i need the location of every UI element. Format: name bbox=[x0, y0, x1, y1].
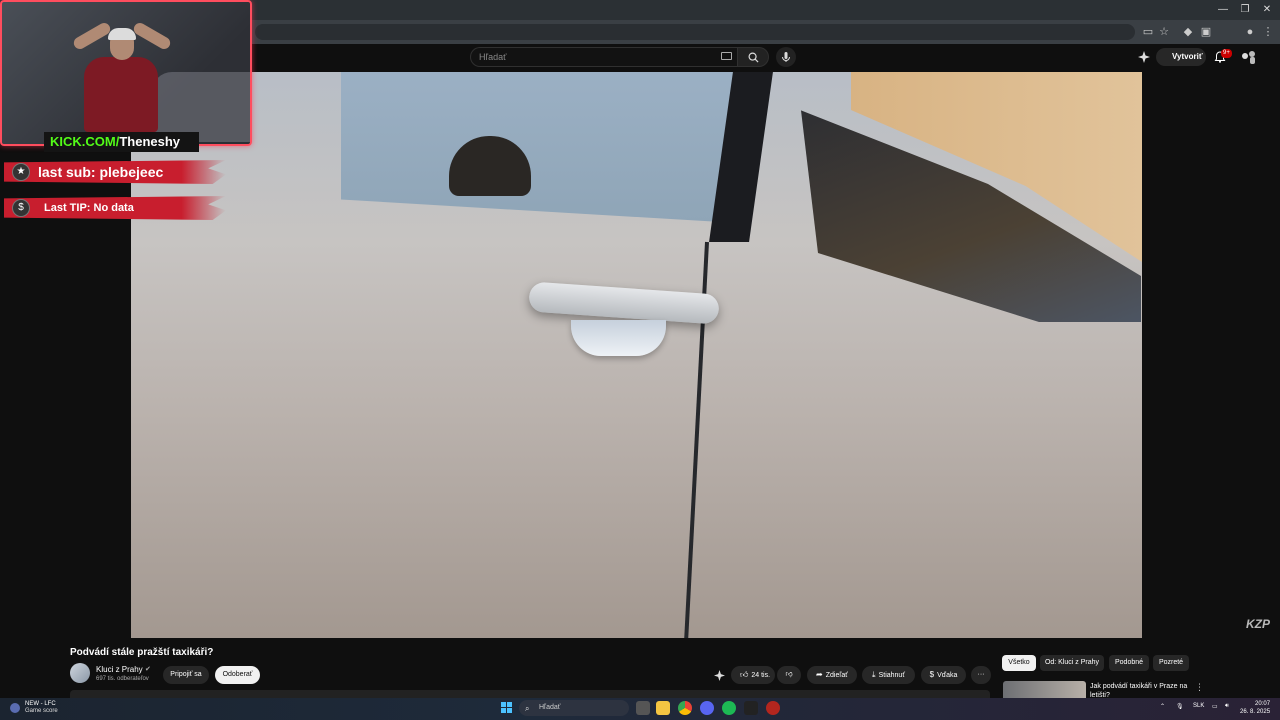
share-label: Zdieľať bbox=[825, 672, 848, 679]
subscribe-button[interactable]: Odoberať bbox=[215, 666, 260, 684]
network-icon[interactable]: ▭ bbox=[1212, 703, 1218, 710]
extension-icon[interactable]: ◆ bbox=[1180, 24, 1196, 40]
task-view-icon[interactable] bbox=[636, 701, 650, 715]
webcam-person bbox=[84, 57, 158, 132]
file-explorer-icon[interactable] bbox=[656, 701, 670, 715]
chip-all[interactable]: Všetko bbox=[1002, 655, 1036, 671]
obs-app-icon[interactable] bbox=[744, 701, 758, 715]
chip-from-channel[interactable]: Od: Kluci z Prahy bbox=[1040, 655, 1104, 671]
join-button[interactable]: Pripojiť sa bbox=[163, 666, 209, 684]
star-icon: ★ bbox=[12, 163, 30, 181]
webcam-arm bbox=[71, 20, 113, 52]
address-bar[interactable] bbox=[255, 24, 1135, 40]
subscriber-count: 697 tis. odberateľov bbox=[96, 676, 149, 682]
voice-search-button[interactable] bbox=[776, 47, 796, 67]
video-title: Podvádí stále pražští taxikáři? bbox=[70, 647, 214, 658]
channel-name[interactable]: Kluci z Prahy bbox=[96, 665, 143, 674]
webcam-overlay bbox=[0, 0, 252, 146]
tray-chevron-icon[interactable]: ⌃ bbox=[1160, 703, 1165, 710]
dollar-icon: $ bbox=[12, 199, 30, 217]
like-count: 24 tis. bbox=[751, 672, 771, 679]
account-avatar[interactable] bbox=[1240, 49, 1258, 65]
create-button[interactable]: Vytvoriť bbox=[1156, 48, 1206, 66]
thumbs-up-icon: 👍︎ bbox=[739, 670, 749, 679]
spotify-icon[interactable] bbox=[722, 701, 736, 715]
download-label: Stiahnuť bbox=[878, 672, 905, 679]
more-actions-button[interactable]: ··· bbox=[971, 666, 991, 684]
cast-icon[interactable]: ▭ bbox=[1140, 24, 1156, 40]
bookmark-star-icon[interactable]: ☆ bbox=[1156, 24, 1172, 40]
video-player[interactable] bbox=[131, 72, 1142, 638]
notification-count-badge: 9+ bbox=[1221, 49, 1232, 58]
chrome-icon[interactable] bbox=[678, 701, 692, 715]
kick-channel-name: Theneshy bbox=[119, 134, 181, 149]
restore-icon[interactable]: ❐ bbox=[1234, 3, 1256, 17]
more-horizontal-icon: ··· bbox=[977, 671, 985, 678]
last-sub-text: last sub: plebejeec bbox=[38, 164, 164, 180]
chip-watched[interactable]: Pozreté bbox=[1153, 655, 1189, 671]
app-icon[interactable] bbox=[766, 701, 780, 715]
chip-related[interactable]: Podobné bbox=[1109, 655, 1149, 671]
windows-start-icon[interactable] bbox=[501, 702, 513, 714]
gemini-icon[interactable] bbox=[1138, 51, 1150, 63]
profile-icon[interactable]: ● bbox=[1242, 24, 1258, 40]
thanks-label: Vďaka bbox=[937, 672, 958, 679]
language-indicator[interactable]: SLK bbox=[1193, 703, 1204, 709]
volume-icon[interactable]: 🔊︎ bbox=[1225, 703, 1229, 710]
news-widget-subtitle: Game score bbox=[25, 708, 58, 714]
screen: — ❐ ✕ ▭ ☆ ◆ ▣ ● ⋮ Hľadať + Vytvoriť 9+ K… bbox=[0, 0, 1280, 720]
channel-avatar[interactable] bbox=[70, 663, 90, 683]
webcam-cap bbox=[108, 28, 136, 40]
kick-channel-tag: KICK.COM/Theneshy bbox=[44, 132, 199, 152]
search-icon bbox=[748, 52, 759, 63]
news-widget-title[interactable]: NEW - LFC bbox=[25, 700, 56, 708]
close-icon[interactable]: ✕ bbox=[1256, 3, 1278, 17]
puzzle-icon[interactable]: ▣ bbox=[1198, 24, 1214, 40]
taskbar-clock[interactable]: 20:07 26. 8. 2025 bbox=[1240, 700, 1270, 716]
share-arrow-icon: ➦ bbox=[816, 670, 823, 679]
news-widget-icon[interactable] bbox=[10, 703, 20, 713]
minimize-icon[interactable]: — bbox=[1212, 3, 1234, 17]
last-tip-text: Last TIP: No data bbox=[44, 202, 134, 214]
download-icon: ⤓ bbox=[872, 670, 876, 679]
dislike-button[interactable]: 👎︎ bbox=[777, 666, 801, 684]
channel-watermark: KZP bbox=[1246, 617, 1270, 631]
discord-icon[interactable] bbox=[700, 701, 714, 715]
thanks-icon: $ bbox=[929, 670, 935, 679]
taskbar-search-input[interactable]: Hľadať bbox=[519, 700, 629, 716]
like-button[interactable]: 👍︎ 24 tis. bbox=[731, 666, 775, 684]
microphone-icon bbox=[782, 52, 790, 62]
taskbar-search-icon: ⌕ bbox=[525, 704, 530, 713]
verified-check-icon: ✔ bbox=[145, 666, 151, 673]
video-car-window bbox=[341, 72, 741, 222]
search-input[interactable]: Hľadať bbox=[470, 47, 737, 67]
webcam-arm bbox=[131, 20, 173, 52]
download-button[interactable]: ⤓ Stiahnuť bbox=[862, 666, 915, 684]
microphone-tray-icon[interactable]: 🎙︎ bbox=[1176, 703, 1184, 710]
more-vertical-icon[interactable]: ⋮ bbox=[1195, 682, 1204, 693]
search-button[interactable] bbox=[737, 47, 769, 67]
thanks-button[interactable]: $ Vďaka bbox=[921, 666, 966, 684]
menu-dots-icon[interactable]: ⋮ bbox=[1260, 24, 1276, 40]
ask-ai-icon[interactable] bbox=[714, 670, 725, 681]
kick-prefix: KICK.COM/ bbox=[50, 134, 120, 149]
keyboard-icon[interactable] bbox=[721, 52, 732, 60]
video-handle-grip bbox=[571, 320, 666, 356]
thumbs-down-icon: 👎︎ bbox=[785, 671, 793, 678]
clock-time: 20:07 bbox=[1255, 701, 1271, 707]
share-button[interactable]: ➦ Zdieľať bbox=[807, 666, 857, 684]
clock-date: 26. 8. 2025 bbox=[1240, 709, 1271, 715]
